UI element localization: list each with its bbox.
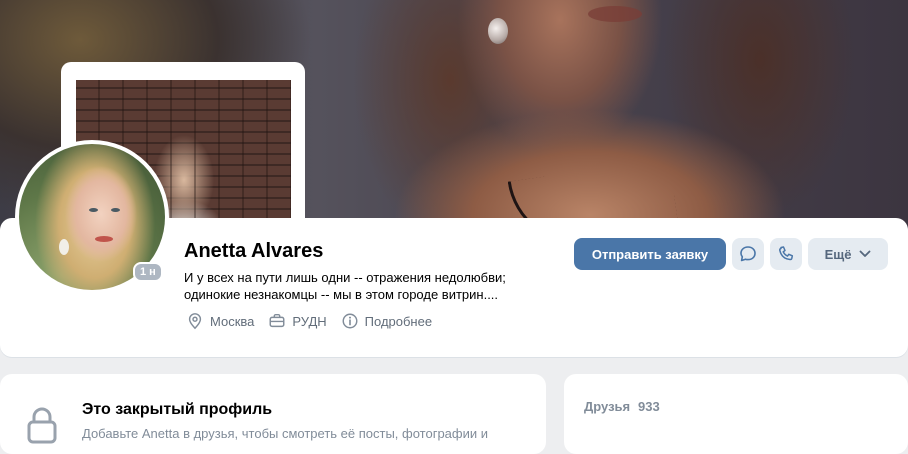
cover-detail (588, 6, 642, 22)
location-pin-icon (188, 313, 202, 330)
status-line-1: И у всех на пути лишь одни -- отражения … (184, 270, 506, 285)
chevron-down-icon (860, 250, 871, 257)
info-icon (342, 313, 358, 329)
education-label: РУДН (292, 313, 327, 329)
city-label: Москва (210, 313, 255, 329)
status-line-2: одинокие незнакомцы -- мы в этом городе … (184, 287, 499, 302)
more-actions-label: Ещё (824, 246, 852, 262)
cover-detail (488, 18, 508, 44)
profile-status: И у всех на пути лишь одни -- отражения … (184, 269, 544, 303)
profile-info-row: Москва РУДН Подробнее (186, 312, 446, 330)
call-button[interactable] (770, 238, 802, 270)
more-info-link[interactable]: Подробнее (341, 312, 432, 330)
message-button[interactable] (732, 238, 764, 270)
friends-card[interactable]: Друзья 933 (564, 374, 908, 454)
friends-count: 933 (638, 399, 660, 414)
education-item[interactable]: РУДН (268, 312, 327, 330)
friends-label: Друзья (584, 399, 631, 414)
phone-icon (779, 246, 794, 261)
closed-profile-title: Это закрытый профиль (82, 401, 273, 418)
message-icon (740, 246, 756, 262)
lock-icon (27, 407, 57, 444)
last-seen-badge: 1 н (133, 262, 163, 282)
send-friend-request-button[interactable]: Отправить заявку (574, 238, 726, 270)
city-item: Москва (186, 312, 254, 330)
closed-profile-card: Это закрытый профиль Добавьте Anetta в д… (0, 374, 546, 454)
more-info-label: Подробнее (364, 313, 433, 329)
profile-name: Anetta Alvares (184, 240, 324, 262)
briefcase-icon (269, 313, 285, 328)
more-actions-button[interactable]: Ещё (808, 238, 888, 270)
closed-profile-subtitle: Добавьте Anetta в друзья, чтобы смотреть… (82, 426, 489, 441)
